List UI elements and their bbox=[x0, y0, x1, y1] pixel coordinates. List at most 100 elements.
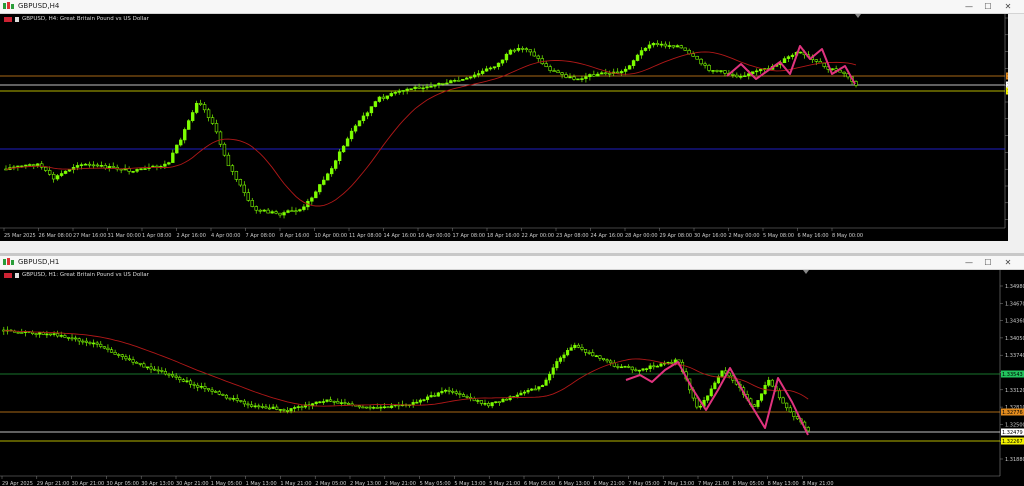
candle-body bbox=[445, 82, 449, 85]
chart-canvas[interactable]: 1.36211.34531.33851.33171.32491.31811.31… bbox=[0, 14, 1008, 241]
candle-body bbox=[591, 352, 595, 357]
candle-body bbox=[372, 407, 376, 409]
candle-body bbox=[698, 405, 703, 408]
candle-body bbox=[232, 398, 236, 400]
candle-body bbox=[616, 366, 620, 368]
price-label: 1.34980 bbox=[1005, 284, 1024, 290]
maximize-button[interactable]: ☐ bbox=[981, 1, 995, 12]
chart-shift-icon[interactable] bbox=[803, 270, 809, 274]
chart-window-h1[interactable]: GBPUSD,H1 — ☐ ✕ 1.34980 1.34670 1.34360 1.3… bbox=[0, 256, 1024, 486]
chart-shift-icon[interactable] bbox=[855, 14, 861, 18]
candle-body bbox=[440, 391, 444, 394]
price-label: 1.32500 bbox=[1005, 422, 1024, 428]
candle-body bbox=[670, 362, 674, 364]
candle-body bbox=[365, 112, 370, 117]
price-tag-label: 1.3227 bbox=[1007, 89, 1008, 95]
candle-body bbox=[120, 354, 124, 357]
time-label: 31 Mar 00:00 bbox=[108, 233, 141, 239]
candle-body bbox=[515, 394, 519, 397]
time-label: 30 Apr 21:00 bbox=[72, 481, 105, 486]
candle-body bbox=[461, 394, 466, 397]
candle-body bbox=[679, 45, 683, 49]
candle-body bbox=[242, 400, 246, 405]
candle-body bbox=[163, 163, 167, 167]
candle-body bbox=[341, 145, 346, 153]
candle-body bbox=[675, 45, 679, 48]
candle-body bbox=[300, 406, 304, 408]
price-label: 1.33120 bbox=[1005, 388, 1024, 394]
candle-body bbox=[143, 168, 147, 170]
maximize-button[interactable]: ☐ bbox=[981, 257, 995, 268]
candle-body bbox=[671, 45, 675, 48]
candle-body bbox=[627, 366, 631, 368]
candle-body bbox=[190, 112, 195, 121]
candle-body bbox=[375, 407, 379, 409]
candle-body bbox=[353, 125, 358, 132]
candle-body bbox=[286, 210, 290, 213]
minimize-button[interactable]: — bbox=[962, 257, 976, 268]
zigzag-line[interactable] bbox=[726, 45, 856, 85]
candle-body bbox=[555, 361, 559, 369]
candle-body bbox=[41, 332, 45, 335]
candle-body bbox=[713, 382, 717, 390]
candle-body bbox=[598, 355, 602, 359]
candle-body bbox=[109, 349, 114, 353]
price-chart-h4[interactable]: 1.36211.34531.33851.33171.32491.31811.31… bbox=[0, 14, 1008, 241]
candle-body bbox=[651, 43, 656, 46]
candle-body bbox=[770, 379, 774, 387]
time-label: 28 Apr 00:00 bbox=[625, 233, 658, 239]
time-label: 6 May 16:00 bbox=[798, 233, 829, 239]
candle-body bbox=[490, 402, 494, 407]
time-label: 2 May 05:00 bbox=[315, 481, 346, 486]
window-titlebar-h1[interactable]: GBPUSD,H1 — ☐ ✕ bbox=[0, 256, 1024, 270]
zigzag-line[interactable] bbox=[625, 361, 809, 436]
candle-body bbox=[179, 139, 183, 146]
candle-body bbox=[706, 395, 710, 401]
price-tag-label: 1.32267 bbox=[1002, 439, 1023, 445]
time-label: 29 Apr 2025 bbox=[2, 481, 33, 486]
candle-body bbox=[433, 395, 437, 397]
candle-body bbox=[492, 66, 497, 69]
candle-body bbox=[373, 101, 378, 107]
window-titlebar-h4[interactable]: GBPUSD,H4 — ☐ ✕ bbox=[0, 0, 1024, 14]
candle-body bbox=[393, 92, 397, 94]
candle-body bbox=[735, 74, 739, 78]
candle-body bbox=[271, 406, 275, 409]
candle-body bbox=[723, 70, 727, 74]
candle-body bbox=[266, 209, 270, 214]
candle-body bbox=[584, 76, 588, 79]
candle-body bbox=[425, 86, 429, 89]
candle-body bbox=[194, 102, 199, 113]
candle-body bbox=[667, 45, 672, 47]
candle-body bbox=[429, 395, 433, 398]
candle-body bbox=[246, 192, 250, 201]
minimize-button[interactable]: — bbox=[962, 1, 976, 12]
time-label: 5 May 08:00 bbox=[763, 233, 794, 239]
candle-body bbox=[699, 58, 703, 65]
candle-body bbox=[634, 369, 638, 372]
candle-body bbox=[758, 69, 763, 72]
candle-body bbox=[234, 171, 239, 180]
time-label: 24 Apr 16:00 bbox=[591, 233, 624, 239]
close-button[interactable]: ✕ bbox=[1001, 257, 1015, 268]
chart-window-h4[interactable]: GBPUSD,H4 — ☐ ✕ 1.36211.34531.33851.3317… bbox=[0, 0, 1024, 253]
candle-body bbox=[274, 211, 278, 214]
candle-body bbox=[210, 389, 214, 392]
candle-body bbox=[357, 405, 361, 408]
time-label: 10 Apr 00:00 bbox=[315, 233, 348, 239]
candle-body bbox=[496, 62, 501, 67]
candle-body bbox=[203, 386, 207, 389]
candle-body bbox=[260, 406, 264, 408]
candle-body bbox=[24, 164, 28, 167]
close-button[interactable]: ✕ bbox=[1001, 1, 1015, 12]
price-chart-h1[interactable]: 1.349801.346701.343601.340501.337401.334… bbox=[0, 270, 1024, 486]
candle-body bbox=[325, 399, 329, 402]
candle-body bbox=[405, 88, 409, 91]
chart-canvas[interactable]: 1.349801.346701.343601.340501.337401.334… bbox=[0, 270, 1024, 486]
candle-body bbox=[20, 332, 24, 334]
candle-body bbox=[592, 74, 596, 77]
candle-body bbox=[691, 53, 695, 57]
candle-body bbox=[171, 152, 175, 163]
candle-body bbox=[361, 115, 366, 122]
candle-body bbox=[476, 73, 481, 76]
